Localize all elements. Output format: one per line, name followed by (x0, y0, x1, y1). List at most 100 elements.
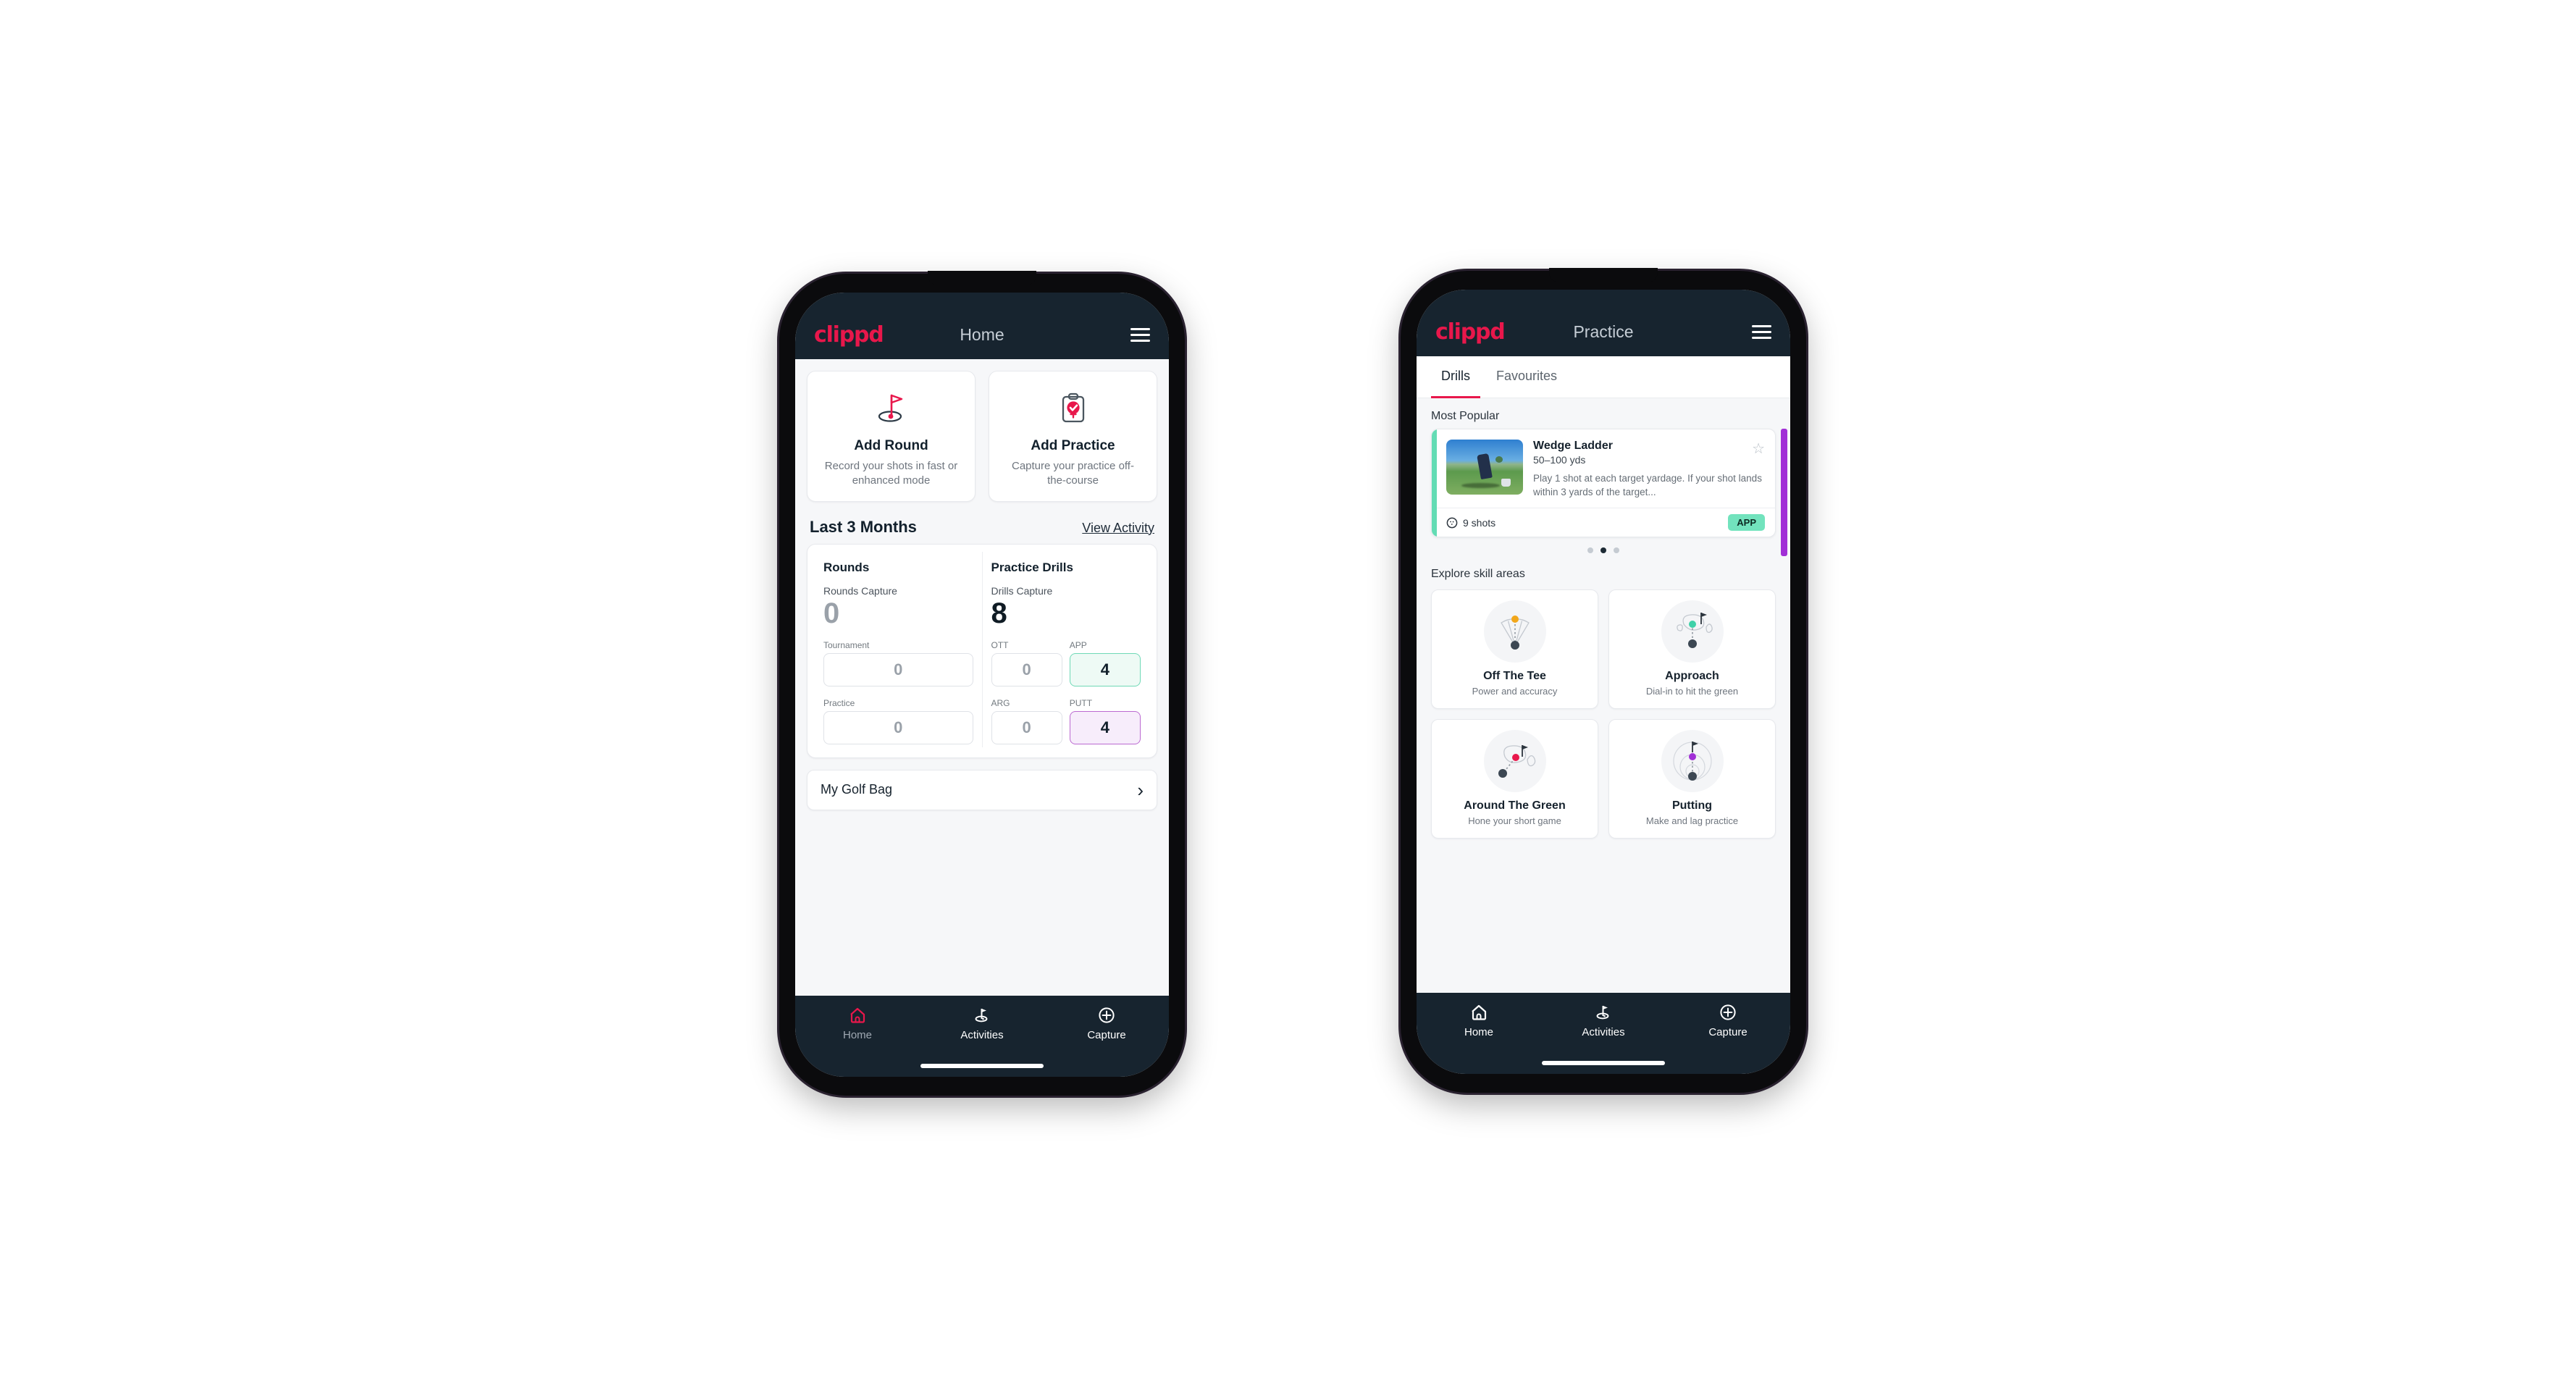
last-3-months-header: Last 3 Months View Activity (795, 502, 1169, 544)
tournament-field: Tournament 0 (823, 640, 973, 686)
skill-areas-grid: Off The Tee Power and accuracy Approach … (1417, 587, 1790, 850)
clippd-logo[interactable]: clippd (814, 322, 884, 348)
skill-sub: Make and lag practice (1645, 815, 1739, 827)
ott-label: OTT (991, 639, 1009, 650)
drill-card-body: Wedge Ladder 50–100 yds Play 1 shot at e… (1432, 429, 1775, 508)
phone-practice: clippd Practice Drills Favourites Most P… (1401, 268, 1806, 1093)
menu-icon[interactable] (1130, 327, 1150, 342)
skill-title: Approach (1665, 670, 1719, 683)
drills-title: Practice Drills (991, 560, 1073, 574)
nav-home[interactable]: Home (1417, 1003, 1541, 1038)
app-value[interactable]: 4 (1069, 652, 1141, 686)
clippd-logo[interactable]: clippd (1435, 319, 1506, 345)
nav-activities-label: Activities (1582, 1026, 1625, 1038)
nav-activities-label: Activities (960, 1029, 1004, 1041)
favourite-star-icon[interactable]: ☆ (1752, 440, 1765, 458)
clipboard-check-icon (1054, 386, 1093, 431)
most-popular-label: Most Popular (1431, 410, 1500, 422)
add-round-card[interactable]: Add Round Record your shots in fast or e… (807, 371, 976, 502)
nav-activities[interactable]: Activities (1541, 1003, 1666, 1038)
golf-flag-icon (872, 386, 911, 431)
add-practice-title: Add Practice (1031, 438, 1115, 453)
drills-capture-value: 8 (991, 597, 1007, 629)
arg-value[interactable]: 0 (991, 710, 1062, 744)
practice-tabs: Drills Favourites (1417, 356, 1790, 398)
card-accent-bar (1432, 429, 1437, 537)
practice-value[interactable]: 0 (823, 710, 973, 744)
arg-cell: ARG 0 (991, 698, 1062, 744)
bottom-nav-home: Home Activities Capture (795, 996, 1169, 1077)
putt-value[interactable]: 4 (1069, 710, 1141, 744)
skill-sub: Power and accuracy (1472, 686, 1558, 697)
home-icon (1472, 1004, 1487, 1020)
drill-cell-row-1: OTT 0 APP 4 (991, 640, 1141, 686)
practice-label: Practice (823, 697, 855, 708)
golf-flag-icon (1596, 1006, 1609, 1020)
app-bar-practice: clippd Practice (1417, 290, 1790, 356)
rounds-title: Rounds (823, 560, 870, 574)
tab-drills[interactable]: Drills (1431, 356, 1480, 398)
rounds-capture-value: 0 (823, 597, 840, 629)
nav-home-label: Home (842, 1029, 872, 1041)
skill-card-off-the-tee[interactable]: Off The Tee Power and accuracy (1431, 589, 1598, 710)
nav-activities[interactable]: Activities (920, 1006, 1044, 1041)
putt-label: PUTT (1069, 697, 1093, 708)
skill-sub: Hone your short game (1468, 815, 1561, 827)
nav-capture-label: Capture (1708, 1026, 1748, 1038)
drill-yardage: 50–100 yds (1533, 454, 1586, 466)
app-label: APP (1069, 639, 1087, 650)
drill-cell-row-2: ARG 0 PUTT 4 (991, 698, 1141, 744)
drill-text: Wedge Ladder 50–100 yds Play 1 shot at e… (1533, 440, 1765, 499)
tee-fan-icon (1483, 600, 1546, 663)
practice-content: Most Popular Wedge Ladder 50–100 yds Pla… (1417, 398, 1790, 993)
screen-home: clippd Home Add Round Record your shots … (795, 293, 1169, 1077)
carousel-dot[interactable] (1614, 547, 1619, 554)
drill-description: Play 1 shot at each target yardage. If y… (1533, 473, 1762, 498)
my-golf-bag-row[interactable]: My Golf Bag › (807, 769, 1157, 810)
plus-circle-icon (1099, 1007, 1115, 1023)
skill-title: Putting (1671, 799, 1713, 812)
drill-card-wedge-ladder[interactable]: Wedge Ladder 50–100 yds Play 1 shot at e… (1431, 429, 1776, 538)
carousel-dots (1431, 537, 1776, 556)
carousel-dot[interactable] (1600, 547, 1606, 554)
rounds-capture-label: Rounds Capture (823, 584, 897, 597)
next-card-accent[interactable] (1781, 429, 1787, 557)
skill-card-around-the-green[interactable]: Around The Green Hone your short game (1431, 719, 1598, 839)
golf-flag-icon (975, 1009, 988, 1022)
ott-value[interactable]: 0 (991, 652, 1062, 686)
putting-rings-icon (1661, 730, 1724, 793)
tournament-value[interactable]: 0 (823, 652, 973, 686)
menu-icon[interactable] (1752, 324, 1771, 339)
home-indicator (920, 1064, 1044, 1068)
nav-capture[interactable]: Capture (1666, 1003, 1790, 1038)
view-activity-link[interactable]: View Activity (1082, 521, 1154, 536)
green-approach-icon (1661, 600, 1724, 663)
skill-sub: Dial-in to hit the green (1645, 686, 1739, 697)
quick-actions: Add Round Record your shots in fast or e… (795, 359, 1169, 502)
home-icon (850, 1007, 865, 1023)
chevron-right-icon: › (1137, 778, 1144, 801)
nav-capture[interactable]: Capture (1044, 1006, 1169, 1041)
practice-field: Practice 0 (823, 698, 973, 744)
nav-home-label: Home (1464, 1026, 1493, 1038)
home-content: Add Round Record your shots in fast or e… (795, 359, 1169, 996)
golf-ball-icon (1446, 517, 1458, 529)
nav-capture-label: Capture (1087, 1029, 1126, 1041)
drill-thumbnail (1446, 440, 1523, 495)
add-practice-card[interactable]: Add Practice Capture your practice off-t… (989, 371, 1157, 502)
app-cell: APP 4 (1069, 639, 1141, 686)
skill-title: Off The Tee (1483, 670, 1546, 683)
skill-card-putting[interactable]: Putting Make and lag practice (1608, 719, 1776, 839)
bottom-nav-practice: Home Activities Capture (1417, 993, 1790, 1074)
skill-card-approach[interactable]: Approach Dial-in to hit the green (1608, 589, 1776, 710)
tab-favourites[interactable]: Favourites (1486, 356, 1567, 398)
add-round-sub: Record your shots in fast or enhanced mo… (824, 460, 958, 487)
add-round-title: Add Round (854, 438, 928, 453)
drills-capture-label: Drills Capture (991, 584, 1053, 597)
screen-practice: clippd Practice Drills Favourites Most P… (1417, 290, 1790, 1074)
shots-info: 9 shots (1446, 517, 1495, 529)
nav-home[interactable]: Home (795, 1006, 920, 1041)
skill-badge: APP (1728, 514, 1765, 532)
notch (1549, 268, 1658, 282)
carousel-dot[interactable] (1587, 547, 1593, 554)
